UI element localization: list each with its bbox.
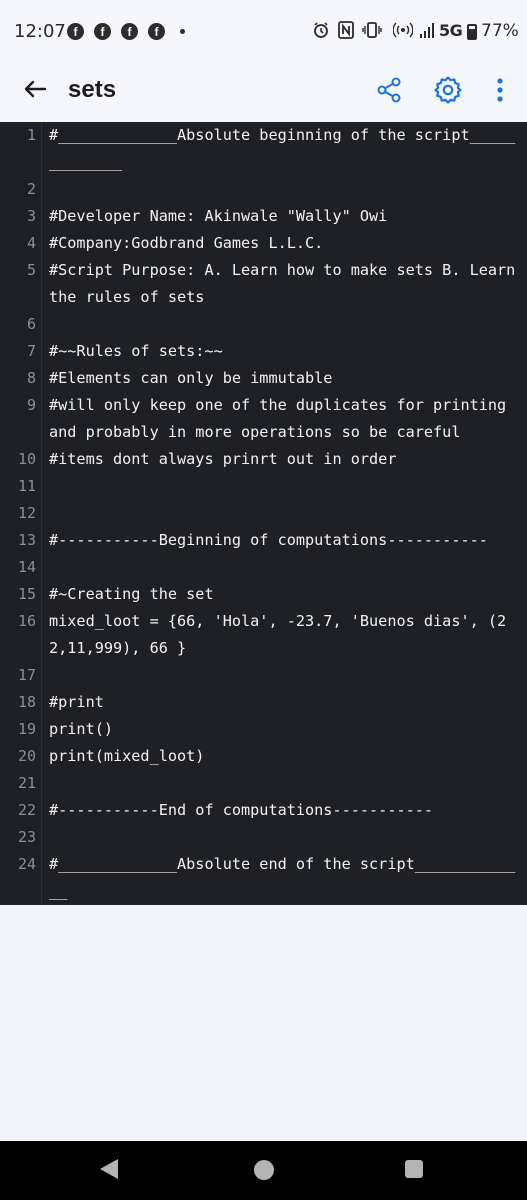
code-text: #items dont always prinrt out in order [49, 450, 397, 468]
vibrate-icon [362, 22, 382, 38]
app-bar: sets [0, 62, 527, 122]
alarm-icon [314, 22, 328, 38]
code-text: #will only keep one of the duplicates fo… [49, 396, 516, 441]
line-number: 18 [17, 693, 36, 711]
line-number: 23 [17, 828, 36, 846]
line-number: 9 [26, 396, 36, 414]
network-type: 5G [439, 21, 463, 40]
facebook-icon: f [121, 23, 138, 40]
code-text: print() [49, 720, 114, 738]
code-text: #print [49, 693, 104, 711]
code-text: #_____________Absolute beginning of the … [49, 126, 516, 171]
navigation-bar [0, 1141, 527, 1200]
code-text: #Company:Godbrand Games L.L.C. [49, 234, 324, 252]
page-title: sets [68, 76, 117, 103]
code-text: print(mixed_loot) [49, 747, 205, 765]
line-number: 19 [17, 720, 36, 738]
hotspot-icon [393, 22, 413, 38]
line-number: 12 [17, 504, 36, 522]
line-number: 13 [17, 531, 36, 549]
code-text: mixed_loot = {66, 'Hola', -23.7, 'Buenos… [49, 612, 507, 657]
line-number: 10 [17, 450, 36, 468]
line-number: 11 [17, 477, 36, 495]
code-text: #Elements can only be immutable [49, 369, 333, 387]
facebook-icon: f [148, 23, 165, 40]
line-number: 14 [17, 558, 36, 576]
status-bar: 12:07 f f f f 5G 77% [0, 0, 527, 62]
code-text: #-----------Beginning of computations---… [49, 531, 488, 549]
code-text: #Developer Name: Akinwale "Wally" Owi [49, 207, 388, 225]
line-number: 2 [26, 180, 36, 198]
status-time: 12:07 [14, 21, 66, 42]
nfc-icon [338, 21, 354, 39]
facebook-icon: f [94, 23, 111, 40]
line-number: 15 [17, 585, 36, 603]
settings-icon[interactable] [432, 74, 464, 106]
back-nav-icon[interactable] [100, 1159, 118, 1179]
home-nav-icon[interactable] [254, 1160, 274, 1180]
share-icon[interactable] [373, 74, 405, 106]
line-number: 8 [26, 369, 36, 387]
facebook-icon: f [67, 23, 84, 40]
line-number: 6 [26, 315, 36, 333]
line-number: 17 [17, 666, 36, 684]
line-number: 7 [26, 342, 36, 360]
more-vert-icon[interactable] [484, 74, 516, 106]
line-number: 5 [26, 261, 36, 279]
line-number: 3 [26, 207, 36, 225]
battery-percent: 77% [481, 21, 519, 41]
line-number: 4 [26, 234, 36, 252]
code-text: #~~Rules of sets:~~ [49, 342, 223, 360]
line-number: 20 [17, 747, 36, 765]
battery-icon [467, 24, 477, 40]
recent-apps-icon[interactable] [405, 1160, 423, 1178]
code-text: #~Creating the set [49, 585, 214, 603]
code-text: #_____________Absolute end of the script… [49, 855, 516, 900]
back-arrow-icon[interactable] [20, 74, 50, 104]
signal-icon [420, 23, 434, 38]
more-notifications-dot [180, 29, 185, 34]
line-number: 1 [26, 126, 36, 144]
line-number: 22 [17, 801, 36, 819]
line-number: 16 [17, 612, 36, 630]
code-editor[interactable]: 1 #_____________Absolute beginning of the… [0, 122, 527, 905]
line-number: 24 [17, 855, 36, 873]
code-text: #Script Purpose: A. Learn how to make se… [49, 261, 525, 306]
line-number: 21 [17, 774, 36, 792]
code-text: #-----------End of computations---------… [49, 801, 434, 819]
gutter-divider [41, 122, 42, 905]
